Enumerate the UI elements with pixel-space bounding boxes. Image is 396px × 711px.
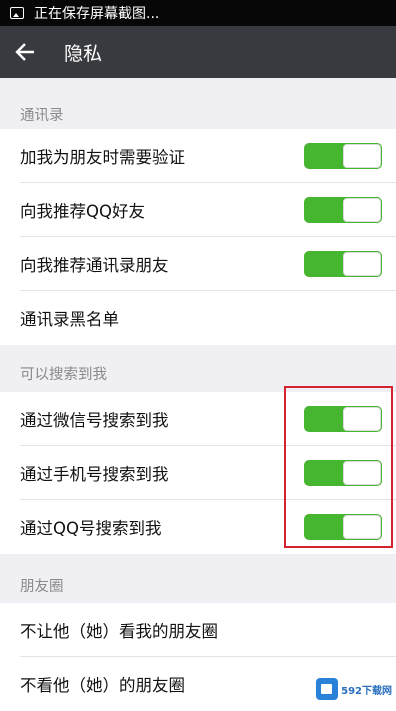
highlight-box: [284, 386, 393, 548]
row-label: 向我推荐QQ好友: [20, 202, 145, 221]
list-item-recommend-qq-friends[interactable]: 向我推荐QQ好友: [0, 183, 396, 237]
list-item-hide-my-moments[interactable]: 不让他（她）看我的朋友圈: [0, 603, 396, 657]
toggle-switch[interactable]: [304, 197, 382, 223]
row-label: 通讯录黑名单: [20, 310, 119, 329]
status-bar: 正在保存屏幕截图...: [0, 0, 396, 26]
app-bar: 隐私: [0, 26, 396, 78]
list-item-recommend-contacts[interactable]: 向我推荐通讯录朋友: [0, 237, 396, 291]
image-icon: [10, 7, 24, 19]
page-title: 隐私: [64, 42, 103, 65]
row-label: 通过微信号搜索到我: [20, 411, 169, 430]
row-label: 通过手机号搜索到我: [20, 465, 169, 484]
list-item-require-verification[interactable]: 加我为朋友时需要验证: [0, 129, 396, 183]
row-label: 不让他（她）看我的朋友圈: [20, 622, 218, 641]
back-arrow-icon[interactable]: [0, 26, 50, 78]
row-label: 通过QQ号搜索到我: [20, 519, 162, 538]
row-label: 加我为朋友时需要验证: [20, 148, 185, 167]
status-text: 正在保存屏幕截图...: [34, 6, 160, 22]
list-item-contacts-blacklist[interactable]: 通讯录黑名单: [0, 291, 396, 345]
toggle-knob: [343, 198, 381, 222]
toggle-knob: [343, 144, 381, 168]
toggle-switch[interactable]: [304, 143, 382, 169]
watermark-logo-icon: [316, 678, 339, 700]
row-label: 向我推荐通讯录朋友: [20, 256, 169, 275]
row-label: 不看他（她）的朋友圈: [20, 676, 185, 695]
watermark-text: 592下载网: [341, 685, 392, 697]
watermark: 592下载网: [316, 675, 392, 703]
toggle-knob: [343, 252, 381, 276]
toggle-switch[interactable]: [304, 251, 382, 277]
section-header-moments: 朋友圈: [20, 578, 64, 595]
